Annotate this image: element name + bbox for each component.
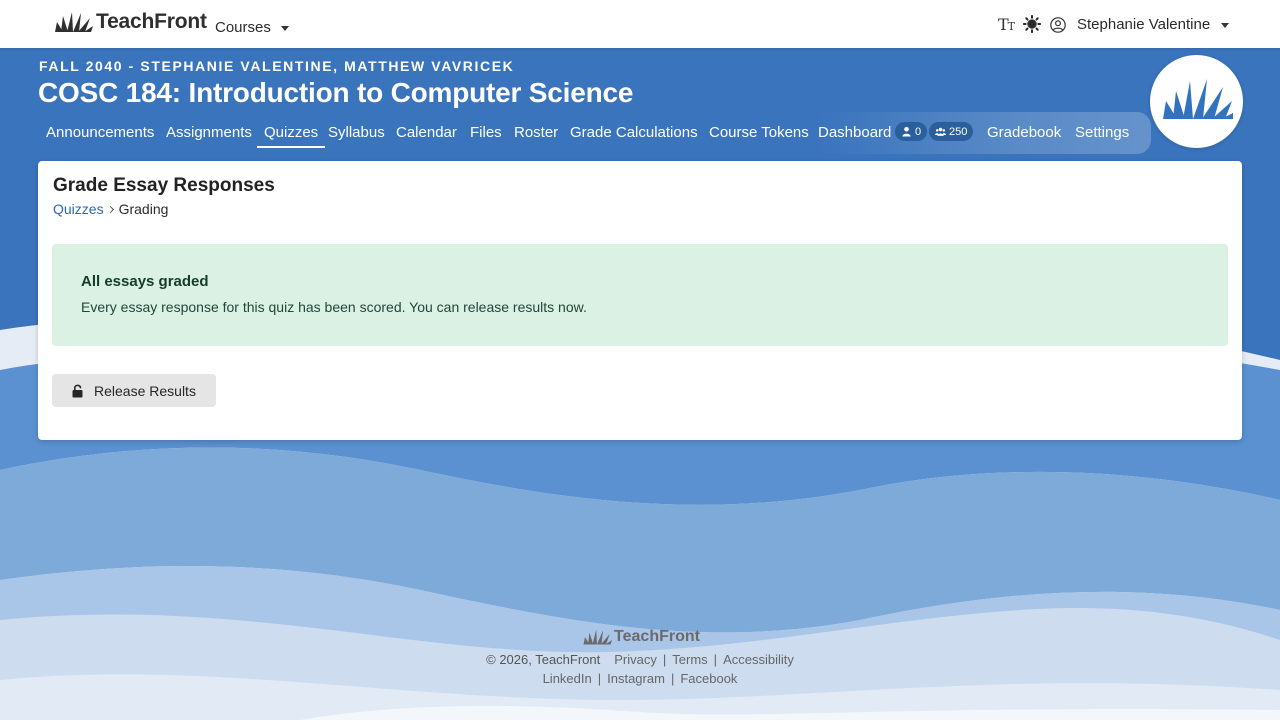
course-logo (1150, 55, 1243, 148)
top-navbar: TeachFront Courses TT Stephanie Valentin… (0, 0, 1280, 48)
tab-gradebook[interactable]: Gradebook (987, 124, 1061, 141)
release-results-button[interactable]: Release Results (52, 374, 216, 407)
tab-calendar[interactable]: Calendar (396, 124, 457, 141)
tab-syllabus[interactable]: Syllabus (328, 124, 385, 141)
course-tabs: Announcements Assignments Quizzes Syllab… (38, 112, 1151, 154)
teachfront-logo-icon (55, 12, 93, 32)
tab-announcements[interactable]: Announcements (46, 124, 154, 141)
enrolled-count: 250 (949, 125, 968, 138)
chevron-down-icon (1221, 23, 1230, 28)
footer-links: © 2026, TeachFront Privacy | Terms | Acc… (486, 652, 794, 667)
release-results-label: Release Results (94, 382, 196, 399)
enrolled-users-badge: 250 (929, 122, 974, 141)
user-avatar-icon[interactable] (1050, 17, 1066, 33)
brand-name: TeachFront (96, 10, 207, 33)
course-term: FALL 2040 - STEPHANIE VALENTINE, MATTHEW… (39, 58, 515, 74)
text-size-icon[interactable]: TT (998, 15, 1015, 34)
tab-grade-calculations[interactable]: Grade Calculations (570, 124, 698, 141)
terms-link[interactable]: Terms (672, 652, 707, 667)
user-dropdown[interactable]: Stephanie Valentine (1077, 16, 1230, 33)
tab-quizzes[interactable]: Quizzes (257, 124, 326, 148)
main-card: Grade Essay Responses Quizzes Grading Al… (38, 161, 1242, 440)
facebook-link[interactable]: Facebook (680, 671, 737, 686)
users-icon (935, 127, 946, 136)
linkedin-link[interactable]: LinkedIn (543, 671, 592, 686)
user-name: Stephanie Valentine (1077, 16, 1211, 33)
courses-label: Courses (215, 19, 271, 36)
chevron-down-icon (280, 26, 289, 31)
tab-files[interactable]: Files (470, 124, 502, 141)
tab-settings[interactable]: Settings (1075, 124, 1129, 141)
courses-dropdown[interactable]: Courses (215, 19, 289, 36)
online-count: 0 (915, 125, 922, 138)
chevron-right-icon (106, 205, 114, 213)
tab-course-tokens[interactable]: Course Tokens (709, 124, 809, 141)
accessibility-link[interactable]: Accessibility (723, 652, 794, 667)
alert-title: All essays graded (81, 273, 209, 290)
tab-dashboard[interactable]: Dashboard (818, 124, 891, 141)
instagram-link[interactable]: Instagram (607, 671, 665, 686)
footer-brand-name: TeachFront (614, 628, 700, 645)
online-users-badge: 0 (895, 122, 928, 141)
alert-message: Every essay response for this quiz has b… (81, 299, 587, 315)
course-header: FALL 2040 - STEPHANIE VALENTINE, MATTHEW… (0, 48, 1280, 160)
success-alert: All essays graded Every essay response f… (52, 244, 1228, 346)
tab-roster[interactable]: Roster (514, 124, 558, 141)
page-title: Grade Essay Responses (53, 175, 275, 196)
brand[interactable]: TeachFront (53, 10, 207, 34)
unlock-icon (72, 384, 83, 397)
footer: TeachFront © 2026, TeachFront Privacy | … (0, 628, 1280, 686)
theme-toggle-icon[interactable] (1023, 15, 1041, 33)
user-icon (902, 126, 911, 137)
privacy-link[interactable]: Privacy (614, 652, 657, 667)
footer-brand[interactable]: TeachFront (2, 628, 1280, 646)
breadcrumb-quizzes-link[interactable]: Quizzes (53, 201, 104, 217)
footer-social: LinkedIn | Instagram | Facebook (542, 671, 738, 686)
breadcrumb-current: Grading (118, 201, 169, 217)
tab-assignments[interactable]: Assignments (166, 124, 252, 141)
breadcrumb: Quizzes Grading (53, 201, 168, 217)
course-title: COSC 184: Introduction to Computer Scien… (38, 77, 634, 108)
copyright: © 2026, TeachFront (486, 652, 601, 667)
course-logo-icon (1162, 78, 1233, 119)
teachfront-logo-icon (583, 629, 613, 645)
